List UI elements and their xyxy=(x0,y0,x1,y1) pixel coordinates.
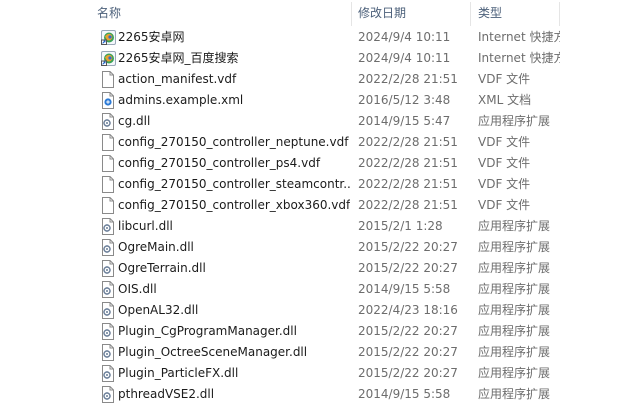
file-type: XML 文档 xyxy=(478,93,532,107)
file-row[interactable]: OpenAL32.dll 2022/4/23 18:16 应用程序扩展 xyxy=(0,300,640,321)
file-icon xyxy=(101,197,115,214)
file-modified-date: 2024/9/4 10:11 xyxy=(358,30,451,44)
file-icon xyxy=(101,155,115,172)
file-row[interactable]: OgreTerrain.dll 2015/2/22 20:27 应用程序扩展 xyxy=(0,258,640,279)
file-name[interactable]: 2265安卓网_百度搜索 xyxy=(118,48,350,69)
file-name[interactable]: libcurl.dll xyxy=(118,216,350,237)
file-name[interactable]: config_270150_controller_xbox360.vdf xyxy=(118,195,350,216)
file-type: 应用程序扩展 xyxy=(478,114,551,128)
file-icon xyxy=(101,71,115,88)
column-divider[interactable] xyxy=(470,2,471,26)
file-row[interactable]: config_270150_controller_neptune.vdf 2022… xyxy=(0,132,640,153)
file-modified-date: 2015/2/22 20:27 xyxy=(358,345,458,359)
file-modified-date: 2022/2/28 21:51 xyxy=(358,156,458,170)
column-divider[interactable] xyxy=(559,2,560,26)
file-row[interactable]: Plugin_ParticleFX.dll 2015/2/22 20:27 应用程序… xyxy=(0,363,640,384)
dll-file-icon xyxy=(101,344,115,361)
dll-file-icon xyxy=(101,386,115,403)
column-divider[interactable] xyxy=(351,2,352,26)
file-type: 应用程序扩展 xyxy=(478,324,551,338)
file-modified-date: 2022/2/28 21:51 xyxy=(358,177,458,191)
file-modified-date: 2015/2/22 20:27 xyxy=(358,261,458,275)
file-modified-date: 2014/9/15 5:47 xyxy=(358,114,451,128)
dll-file-icon xyxy=(101,302,115,319)
file-name[interactable]: Plugin_OctreeSceneManager.dll xyxy=(118,342,350,363)
file-type: 应用程序扩展 xyxy=(478,240,551,254)
file-modified-date: 2014/9/15 5:58 xyxy=(358,387,451,401)
file-list: 2265安卓网2024/9/4 10:11Internet 快捷方式2265安卓… xyxy=(0,27,640,405)
file-row[interactable]: OIS.dll 2014/9/15 5:58 应用程序扩展 xyxy=(0,279,640,300)
file-name[interactable]: action_manifest.vdf xyxy=(118,69,350,90)
column-header-bar: ^ 名称 修改日期 类型 xyxy=(0,0,640,27)
file-row[interactable]: cg.dll 2014/9/15 5:47 应用程序扩展 xyxy=(0,111,640,132)
file-modified-date: 2015/2/22 20:27 xyxy=(358,366,458,380)
file-modified-date: 2022/2/28 21:51 xyxy=(358,198,458,212)
file-name[interactable]: OpenAL32.dll xyxy=(118,300,350,321)
file-name[interactable]: OgreMain.dll xyxy=(118,237,350,258)
file-name[interactable]: config_270150_controller_steamcontr... xyxy=(118,174,350,195)
file-row[interactable]: config_270150_controller_steamcontr... 20… xyxy=(0,174,640,195)
dll-file-icon xyxy=(101,113,115,130)
file-type: VDF 文件 xyxy=(478,198,531,212)
file-modified-date: 2022/2/28 21:51 xyxy=(358,135,458,149)
column-header-name[interactable]: 名称 xyxy=(97,0,347,27)
column-header-type[interactable]: 类型 xyxy=(478,0,578,27)
dll-file-icon xyxy=(101,365,115,382)
file-row[interactable]: OgreMain.dll 2015/2/22 20:27 应用程序扩展 xyxy=(0,237,640,258)
file-name[interactable]: cg.dll xyxy=(118,111,350,132)
file-name[interactable]: pthreadVSE2.dll xyxy=(118,384,350,405)
file-modified-date: 2016/5/12 3:48 xyxy=(358,93,451,107)
file-row[interactable]: config_270150_controller_ps4.vdf 2022/2/2… xyxy=(0,153,640,174)
column-header-date[interactable]: 修改日期 xyxy=(358,0,466,27)
file-row[interactable]: Plugin_CgProgramManager.dll 2015/2/22 20:… xyxy=(0,321,640,342)
file-modified-date: 2015/2/1 1:28 xyxy=(358,219,443,233)
file-row[interactable]: admins.example.xml 2016/5/12 3:48 XML 文档 xyxy=(0,90,640,111)
file-name[interactable]: config_270150_controller_ps4.vdf xyxy=(118,153,350,174)
dll-file-icon xyxy=(101,281,115,298)
file-name[interactable]: Plugin_ParticleFX.dll xyxy=(118,363,350,384)
file-name[interactable]: Plugin_CgProgramManager.dll xyxy=(118,321,350,342)
file-modified-date: 2015/2/22 20:27 xyxy=(358,324,458,338)
file-type: 应用程序扩展 xyxy=(478,366,551,380)
file-type: 应用程序扩展 xyxy=(478,303,551,317)
dll-file-icon xyxy=(101,218,115,235)
file-modified-date: 2024/9/4 10:11 xyxy=(358,51,451,65)
file-name[interactable]: config_270150_controller_neptune.vdf xyxy=(118,132,350,153)
file-row[interactable]: action_manifest.vdf 2022/2/28 21:51 VDF 文件 xyxy=(0,69,640,90)
xml-file-icon xyxy=(101,92,115,109)
file-modified-date: 2022/2/28 21:51 xyxy=(358,72,458,86)
file-type: VDF 文件 xyxy=(478,177,531,191)
file-row[interactable]: Plugin_OctreeSceneManager.dll 2015/2/22 2… xyxy=(0,342,640,363)
file-modified-date: 2015/2/22 20:27 xyxy=(358,240,458,254)
file-row[interactable]: libcurl.dll 2015/2/1 1:28 应用程序扩展 xyxy=(0,216,640,237)
file-icon xyxy=(101,176,115,193)
dll-file-icon xyxy=(101,323,115,340)
file-type: Internet 快捷方式 xyxy=(478,30,560,44)
dll-file-icon xyxy=(101,260,115,277)
file-name[interactable]: OgreTerrain.dll xyxy=(118,258,350,279)
file-type: Internet 快捷方式 xyxy=(478,51,560,65)
file-modified-date: 2014/9/15 5:58 xyxy=(358,282,451,296)
file-type: VDF 文件 xyxy=(478,135,531,149)
file-type: 应用程序扩展 xyxy=(478,345,551,359)
file-icon xyxy=(101,134,115,151)
file-type: 应用程序扩展 xyxy=(478,282,551,296)
file-name[interactable]: 2265安卓网 xyxy=(118,27,350,48)
file-type: VDF 文件 xyxy=(478,156,531,170)
file-row[interactable]: 2265安卓网 2024/9/4 10:11 Internet 快捷方式 xyxy=(0,27,640,48)
dll-file-icon xyxy=(101,239,115,256)
file-name[interactable]: OIS.dll xyxy=(118,279,350,300)
file-type: 应用程序扩展 xyxy=(478,261,551,275)
file-name[interactable]: admins.example.xml xyxy=(118,90,350,111)
file-row[interactable]: config_270150_controller_xbox360.vdf 2022… xyxy=(0,195,640,216)
file-modified-date: 2022/4/23 18:16 xyxy=(358,303,458,317)
file-row[interactable]: pthreadVSE2.dll 2014/9/15 5:58 应用程序扩展 xyxy=(0,384,640,405)
file-type: 应用程序扩展 xyxy=(478,387,551,401)
internet-shortcut-icon xyxy=(101,50,116,67)
internet-shortcut-icon xyxy=(101,29,116,46)
file-row[interactable]: 2265安卓网_百度搜索 2024/9/4 10:11 Internet 快捷方式 xyxy=(0,48,640,69)
file-type: VDF 文件 xyxy=(478,72,531,86)
file-type: 应用程序扩展 xyxy=(478,219,551,233)
